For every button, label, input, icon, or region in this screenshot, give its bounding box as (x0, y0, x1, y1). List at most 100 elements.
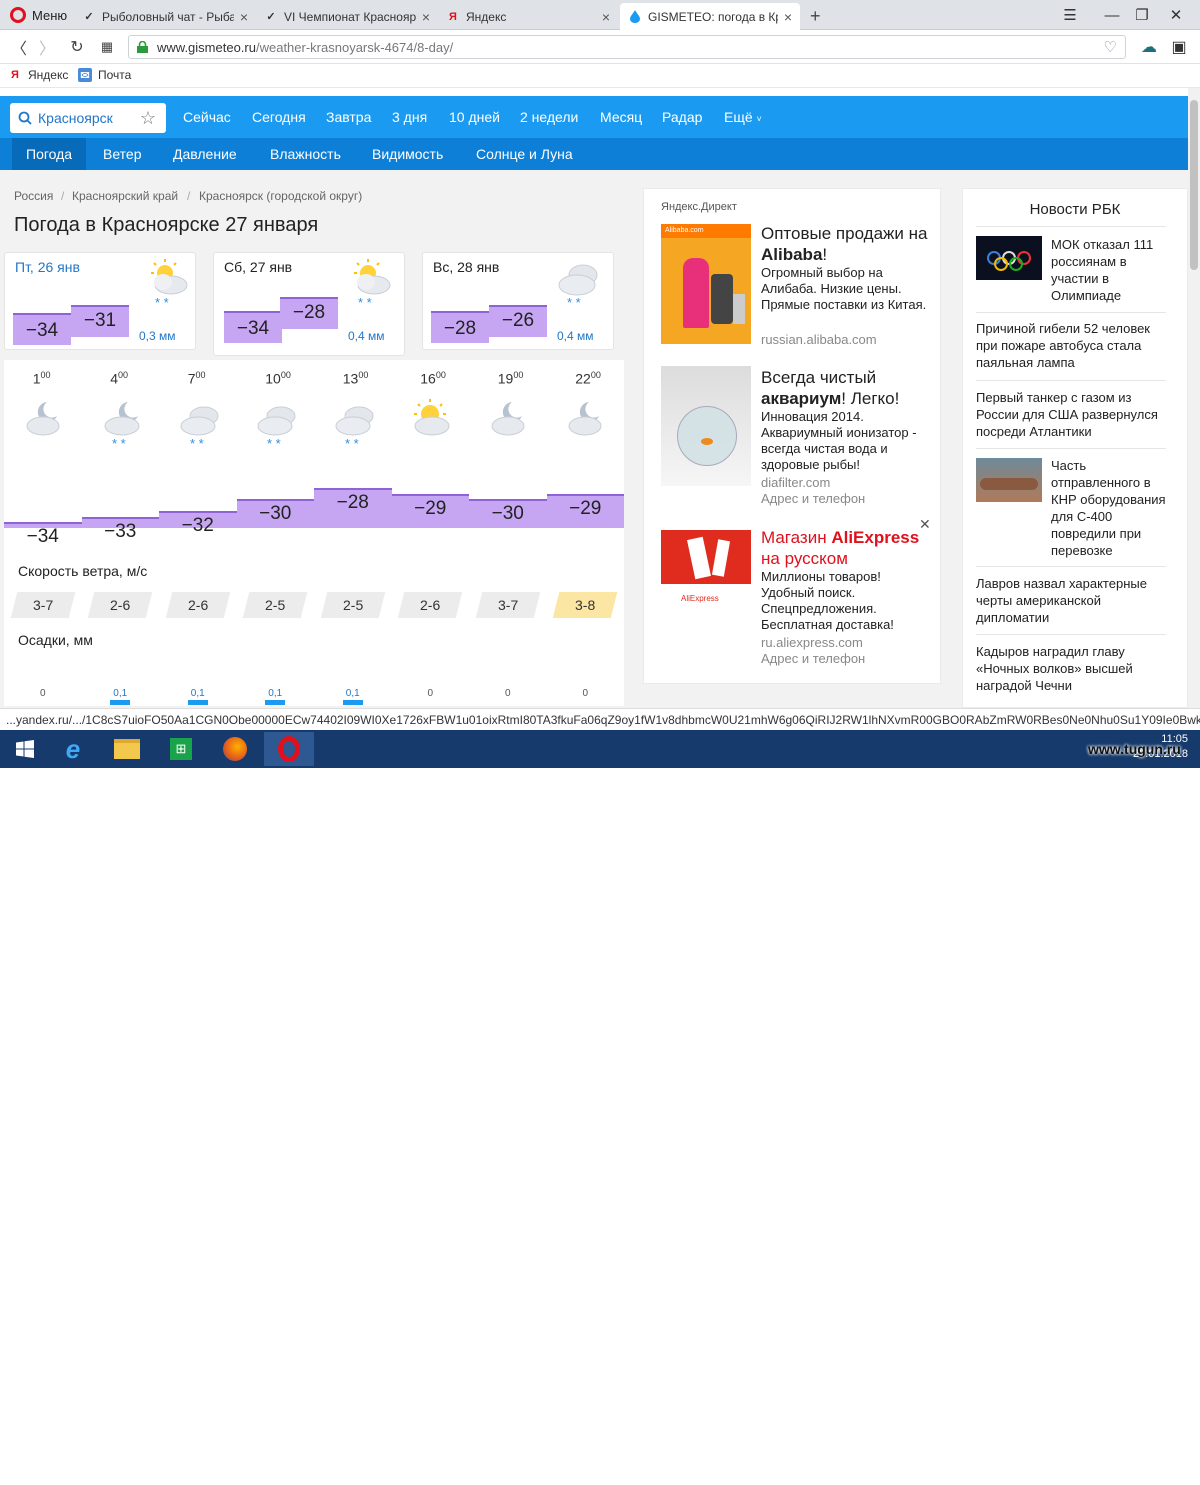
city-search-input[interactable]: Красноярск ☆ (10, 103, 166, 133)
ad-title-aliexpress[interactable]: Магазин AliExpress на русском (761, 527, 931, 569)
tab-fishing-chat[interactable]: ✓ Рыболовный чат - Рыбал × (74, 3, 256, 30)
opera-taskbar-icon[interactable] (264, 732, 314, 766)
tray-display-icon[interactable]: ▭ (1000, 1471, 1011, 1485)
ad-text: Миллионы товаров! Удобный поиск. Спецпре… (761, 569, 894, 632)
scrollbar-thumb[interactable] (1190, 100, 1198, 270)
page-scrollbar[interactable] (1188, 88, 1200, 708)
close-icon[interactable]: × (784, 9, 792, 25)
nav-radar[interactable]: Радар (662, 109, 702, 125)
precip-bar (110, 700, 131, 705)
day-card-fri[interactable]: Пт, 26 янв * * −34 −31 0,3 мм (4, 252, 196, 350)
news-image-olympics[interactable] (976, 236, 1042, 280)
close-icon[interactable]: × (240, 9, 248, 25)
news-item[interactable]: МОК отказал 111 россиянам в участии в Ол… (1051, 236, 1175, 304)
windows-taskbar: e ⊞ ⚑ ▭ ◿ ◁) ⌨ 11:05 20.01.2018 (0, 730, 1200, 1485)
extension-icon[interactable]: ▣ (1168, 37, 1190, 57)
tab-pressure[interactable]: Давление (173, 146, 237, 162)
vpn-icon[interactable]: ☁ (1138, 37, 1160, 57)
temp-value: −28 (336, 491, 369, 513)
reload-icon[interactable]: ↻ (66, 37, 88, 57)
day-card-sat[interactable]: Сб, 27 янв * * −34 −28 0,4 мм (213, 252, 405, 356)
ad-domain[interactable]: ru.aliexpress.com (761, 635, 863, 650)
news-image-s400[interactable] (976, 458, 1042, 502)
wind-value: 2-6 (110, 597, 131, 613)
divider (976, 312, 1166, 313)
cloudy-snow-icon: * * (253, 396, 299, 455)
news-item[interactable]: Причиной гибели 52 человек при пожаре ав… (976, 320, 1168, 371)
new-tab-button[interactable]: + (802, 3, 826, 30)
aquarium-ad-image[interactable] (661, 366, 751, 486)
bookmark-mail[interactable]: ✉ Почта (78, 68, 131, 82)
ad-domain[interactable]: diafilter.com (761, 475, 830, 490)
temp-bar: −30 (236, 499, 314, 528)
nav-today[interactable]: Сегодня (252, 109, 306, 125)
close-icon[interactable]: × (602, 9, 610, 25)
nav-month[interactable]: Месяц (600, 109, 642, 125)
hour-value: 7 (187, 370, 196, 387)
temp-min-bar: −34 (13, 313, 71, 345)
speed-dial-icon[interactable]: ▦ (96, 37, 118, 57)
internet-explorer-icon[interactable]: e (48, 732, 98, 766)
tab-weather[interactable]: Погода (12, 138, 87, 170)
juicer-shape (711, 274, 733, 324)
breadcrumb-region[interactable]: Красноярский край (72, 189, 178, 203)
precip-amount: 0,3 мм (139, 329, 176, 343)
breadcrumb-russia[interactable]: Россия (14, 189, 53, 203)
precip-value: 0 (427, 688, 434, 699)
hour-minutes: 00 (435, 370, 446, 380)
tab-yandex[interactable]: Я Яндекс × (438, 3, 618, 30)
opera-menu-button[interactable]: Меню (4, 3, 73, 27)
cloudy-snow-icon: * * (176, 396, 222, 455)
tray-flag-icon[interactable]: ⚑ (978, 1471, 989, 1485)
news-item[interactable]: Кадыров наградил главу «Ночных волков» в… (976, 643, 1168, 694)
breadcrumb-separator: / (187, 189, 191, 203)
ad-close-icon[interactable]: ✕ (919, 516, 931, 533)
heart-bookmark-icon[interactable]: ♡ (1104, 38, 1117, 56)
nav-now[interactable]: Сейчас (183, 109, 231, 125)
nav-2-weeks[interactable]: 2 недели (520, 109, 578, 125)
tab-wind[interactable]: Ветер (103, 146, 142, 162)
partly-cloudy-snow-icon: * * (354, 259, 391, 309)
bookmark-label: Почта (98, 68, 132, 82)
aliexpress-ad-image[interactable]: AliExpress (661, 530, 751, 624)
news-item[interactable]: Лавров назвал характерные черты американ… (976, 575, 1168, 626)
tab-gismeteo[interactable]: GISMETEO: погода в Крас × (620, 3, 800, 30)
close-window-button[interactable]: ✕ (1158, 3, 1194, 27)
address-bar: 〈 〉 ↻ ▦ www.gismeteo.ru/weather-krasnoya… (0, 30, 1200, 64)
tray-volume-icon[interactable]: ◁) (1044, 1471, 1057, 1485)
tray-network-icon[interactable]: ◿ (1022, 1471, 1031, 1485)
nav-more[interactable]: Ещё ˅ (724, 109, 762, 125)
ad-title-aquarium[interactable]: Всегда чистый аквариум! Легко! (761, 367, 931, 409)
menu-label: Меню (32, 7, 68, 23)
news-item[interactable]: Первый танкер с газом из России для США … (976, 389, 1174, 440)
maximize-button[interactable]: ❐ (1124, 3, 1160, 27)
close-icon[interactable]: × (422, 9, 430, 25)
tab-menu-icon[interactable]: ☰ (1052, 3, 1088, 27)
ad-address-link[interactable]: Адрес и телефон (761, 651, 865, 666)
ad-address-link[interactable]: Адрес и телефон (761, 491, 865, 506)
tab-humidity[interactable]: Влажность (270, 146, 341, 162)
news-item[interactable]: Часть отправленного в КНР оборудования д… (1051, 457, 1175, 559)
ad-title-alibaba[interactable]: Оптовые продажи на Alibaba! (761, 223, 931, 265)
forward-icon[interactable]: 〉 (36, 37, 58, 58)
breadcrumb-city[interactable]: Красноярск (городской округ) (199, 189, 362, 203)
tab-sun-moon[interactable]: Солнце и Луна (476, 146, 573, 162)
windows-start-icon[interactable] (0, 732, 50, 766)
back-icon[interactable]: 〈 (8, 37, 30, 58)
ad-domain[interactable]: russian.alibaba.com (761, 332, 877, 347)
nav-tomorrow[interactable]: Завтра (326, 109, 371, 125)
firefox-icon[interactable] (210, 732, 260, 766)
bookmark-yandex[interactable]: Я Яндекс (8, 68, 68, 82)
day-card-sun[interactable]: Вс, 28 янв * * −28 −26 0,4 мм (422, 252, 614, 350)
tab-visibility[interactable]: Видимость (372, 146, 443, 162)
store-icon[interactable]: ⊞ (156, 732, 206, 766)
file-explorer-icon[interactable] (102, 732, 152, 766)
alibaba-ad-image[interactable]: Alibaba.com (661, 224, 751, 344)
nav-3-days[interactable]: 3 дня (392, 109, 427, 125)
star-icon[interactable]: ☆ (140, 108, 156, 129)
olympic-rings-icon (987, 251, 1031, 271)
tray-language-icon[interactable]: ⌨ (1066, 1471, 1083, 1485)
tab-championship[interactable]: ✓ VI Чемпионат Красноярс × (256, 3, 438, 30)
url-field[interactable]: www.gismeteo.ru/weather-krasnoyarsk-4674… (128, 35, 1126, 59)
nav-10-days[interactable]: 10 дней (449, 109, 500, 125)
